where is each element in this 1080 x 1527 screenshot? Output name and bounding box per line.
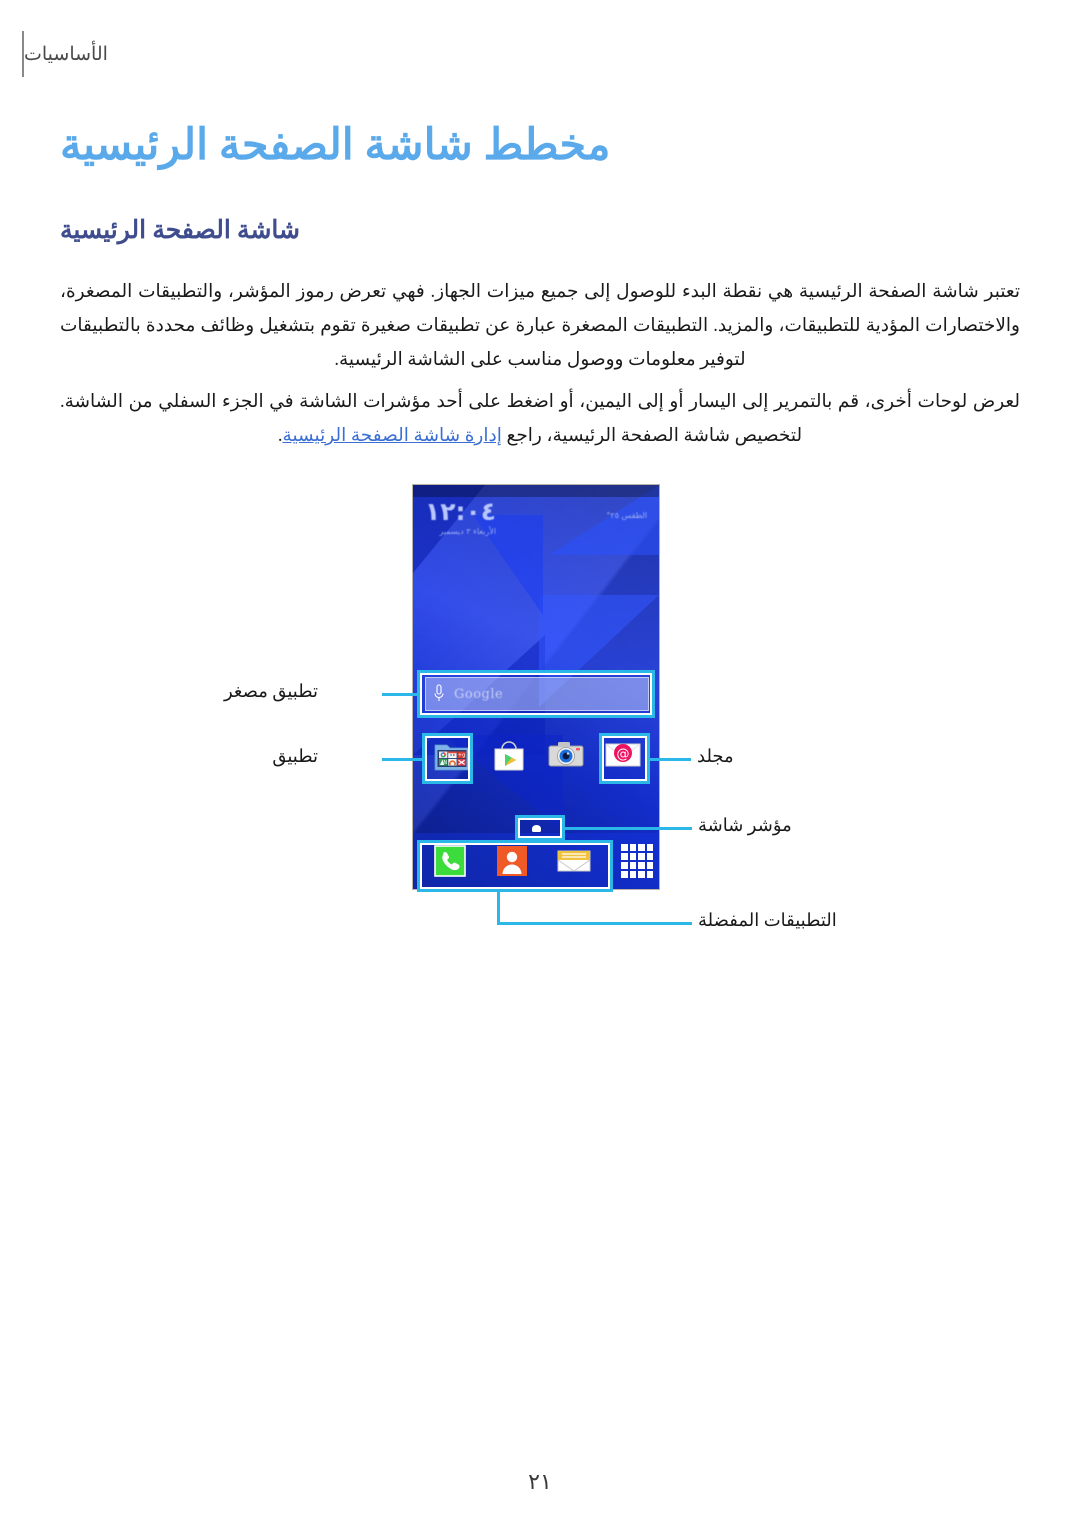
grid-cell	[646, 871, 653, 878]
grid-cell	[646, 862, 653, 869]
camera-app-icon[interactable]	[547, 736, 585, 774]
paragraph-home-screen-intro: تعتبر شاشة الصفحة الرئيسية هي نقطة البدء…	[60, 282, 1020, 370]
header-section-label: الأساسيات	[24, 43, 108, 65]
weather-text: الطقس ٢٥°	[606, 511, 647, 520]
grid-cell	[638, 844, 645, 851]
grid-cell	[621, 853, 628, 860]
microphone-icon[interactable]	[432, 684, 446, 704]
messages-app-icon[interactable]	[556, 843, 592, 879]
svg-text:N: N	[443, 760, 447, 766]
grid-cell	[638, 862, 645, 869]
grid-cell	[629, 871, 636, 878]
email-app-icon[interactable]: @	[604, 736, 642, 774]
callout-label-favorite-apps: التطبيقات المفضلة	[698, 910, 837, 930]
callout-label-app: تطبيق	[272, 746, 318, 766]
favorite-apps-dock	[413, 833, 659, 889]
clock-time: ١٢:٠٤	[425, 497, 497, 526]
grid-cell	[646, 844, 653, 851]
grid-cell	[629, 853, 636, 860]
grid-cell	[638, 853, 645, 860]
paragraph-panels-instructions: لعرض لوحات أخرى، قم بالتمرير إلى اليسار …	[60, 385, 1020, 453]
contacts-app-icon[interactable]	[494, 843, 530, 879]
page-number: ٢١	[528, 1469, 552, 1494]
manual-page: الأساسيات مخطط شاشة الصفحة الرئيسية شاشة…	[0, 0, 1080, 1527]
paragraph-text-before-link: لعرض لوحات أخرى، قم بالتمرير إلى اليسار …	[60, 392, 1020, 446]
grid-cell	[621, 844, 628, 851]
header-divider	[22, 31, 24, 77]
callout-line-favorite-apps-vertical	[497, 889, 500, 925]
clock-date: الأربعاء ٣ ديسمبر	[439, 527, 497, 536]
callout-label-folder: مجلد	[697, 746, 734, 766]
svg-text:g+: g+	[457, 752, 464, 758]
grid-cell	[629, 844, 636, 851]
play-store-app-icon[interactable]	[490, 736, 528, 774]
callout-label-widget: تطبيق مصغر	[223, 681, 318, 701]
callout-line-folder	[649, 758, 691, 761]
callout-line-app	[382, 758, 423, 761]
grid-cell	[638, 871, 645, 878]
page-title: مخطط شاشة الصفحة الرئيسية	[60, 122, 611, 169]
apps-grid-button[interactable]	[615, 839, 659, 883]
section-subtitle: شاشة الصفحة الرئيسية	[60, 217, 300, 244]
link-manage-home-screen[interactable]: إدارة شاشة الصفحة الرئيسية	[283, 426, 502, 446]
callout-label-screen-indicator: مؤشر شاشة	[698, 815, 792, 835]
grid-cell	[621, 862, 628, 869]
phone-app-icon[interactable]	[432, 843, 468, 879]
google-search-widget[interactable]: Google	[425, 677, 649, 711]
google-brand-label: Google	[454, 686, 504, 702]
grid-cell	[646, 853, 653, 860]
svg-text:@: @	[616, 747, 629, 762]
screen-indicator[interactable]	[531, 825, 541, 833]
grid-cell	[629, 862, 636, 869]
folder-icon[interactable]: g+ N	[433, 736, 471, 774]
callout-line-widget	[382, 693, 418, 696]
callout-line-screen-indicator	[564, 827, 692, 830]
app-shortcut-row: @ g+ N	[423, 733, 651, 777]
screen-indicator-dot	[532, 825, 541, 832]
status-bar	[413, 485, 659, 497]
page-header: الأساسيات	[0, 30, 1080, 78]
clock-widget[interactable]: ١٢:٠٤ الأربعاء ٣ ديسمبر	[425, 499, 496, 536]
callout-line-favorite-apps-horizontal	[497, 922, 692, 925]
grid-cell	[621, 871, 628, 878]
dock-app-list	[413, 843, 611, 879]
